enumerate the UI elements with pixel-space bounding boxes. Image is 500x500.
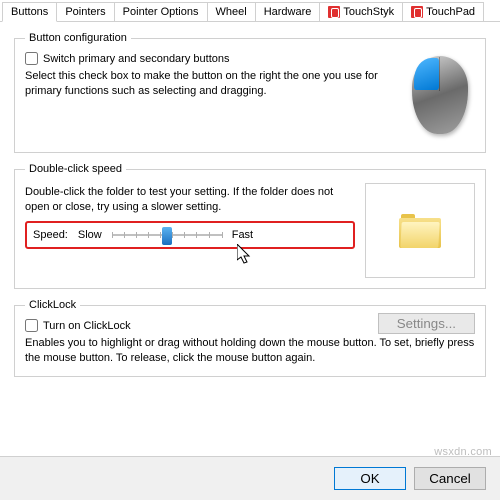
tab-wheel[interactable]: Wheel [207,2,256,21]
tab-label: Pointers [65,6,105,18]
group-legend: Button configuration [25,32,131,44]
speed-slow-label: Slow [78,229,102,241]
tab-label: Hardware [264,6,312,18]
slider-thumb[interactable] [162,227,172,245]
cancel-button[interactable]: Cancel [414,467,486,490]
clicklock-settings-button: Settings... [378,313,475,334]
tab-touchpad[interactable]: TouchPad [402,2,484,21]
tab-touchstyk[interactable]: TouchStyk [319,2,403,21]
switch-buttons-label[interactable]: Switch primary and secondary buttons [43,53,229,65]
group-double-click-speed: Double-click speed Double-click the fold… [14,163,486,289]
tab-pointers[interactable]: Pointers [56,2,114,21]
double-click-description: Double-click the folder to test your set… [25,185,355,215]
watermark: wsxdn.com [434,446,492,458]
folder-icon [399,214,441,248]
tab-pane-buttons: Button configuration Switch primary and … [0,22,500,393]
tab-label: TouchPad [426,6,475,18]
speed-fast-label: Fast [232,229,253,241]
tab-label: Wheel [216,6,247,18]
touchpad-icon [411,6,423,18]
ok-button[interactable]: OK [334,467,406,490]
clicklock-label[interactable]: Turn on ClickLock [43,320,131,332]
double-click-test-area[interactable] [365,183,475,278]
group-clicklock: ClickLock Settings... Turn on ClickLock … [14,299,486,377]
clicklock-description: Enables you to highlight or drag without… [25,336,475,366]
tab-label: Pointer Options [123,6,199,18]
tab-pointer-options[interactable]: Pointer Options [114,2,208,21]
switch-buttons-description: Select this check box to make the button… [25,69,395,99]
tab-label: Buttons [11,6,48,18]
touchstyk-icon [328,6,340,18]
dialog-footer: OK Cancel [0,456,500,500]
double-click-speed-slider[interactable] [112,225,222,245]
tab-hardware[interactable]: Hardware [255,2,321,21]
speed-row-highlight: Speed: Slow [25,221,355,249]
tab-strip: Buttons Pointers Pointer Options Wheel H… [0,0,500,22]
clicklock-checkbox[interactable] [25,319,38,332]
group-legend: ClickLock [25,299,80,311]
group-button-configuration: Button configuration Switch primary and … [14,32,486,153]
mouse-illustration [405,52,475,142]
tab-label: TouchStyk [343,6,394,18]
tab-buttons[interactable]: Buttons [2,2,57,22]
group-legend: Double-click speed [25,163,126,175]
speed-label: Speed: [33,229,68,241]
switch-buttons-checkbox[interactable] [25,52,38,65]
